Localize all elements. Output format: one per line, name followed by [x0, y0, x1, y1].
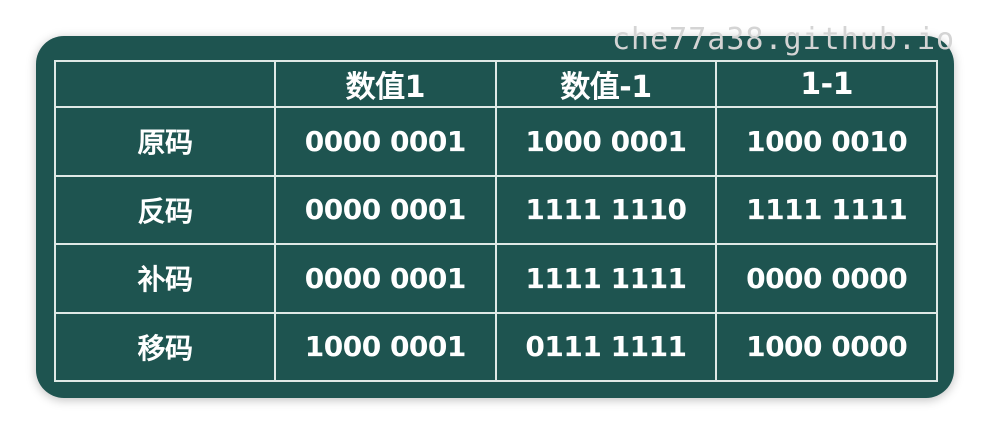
- table-cell: 0111 1111: [494, 311, 718, 382]
- table-row: 反码 0000 0001 1111 1110 1111 1111: [54, 174, 938, 245]
- header-value-minus-1: 数值-1: [494, 60, 718, 108]
- binary-encoding-table: 数值1 数值-1 1-1 原码 0000 0001 1000 0001 1000…: [54, 60, 938, 382]
- table-cell: 1111 1111: [494, 243, 718, 314]
- table-row: 补码 0000 0001 1111 1111 0000 0000: [54, 243, 938, 314]
- table-row: 原码 0000 0001 1000 0001 1000 0010: [54, 106, 938, 177]
- table-cell: 1000 0000: [715, 311, 938, 382]
- table-cell: 0000 0001: [274, 106, 497, 177]
- table-cell: 1000 0001: [274, 311, 497, 382]
- table-cell: 0000 0000: [715, 243, 938, 314]
- header-value-1: 数值1: [274, 60, 497, 108]
- table-cell: 1111 1110: [494, 174, 718, 245]
- table-cell: 0000 0001: [274, 174, 497, 245]
- table-header-row: 数值1 数值-1 1-1: [54, 60, 938, 108]
- header-one-minus-one: 1-1: [715, 60, 938, 108]
- table-cell: 1000 0001: [494, 106, 718, 177]
- watermark-text: che77a38.github.io: [612, 22, 956, 57]
- row-label-sign-magnitude: 原码: [54, 106, 276, 177]
- table-cell: 1000 0010: [715, 106, 938, 177]
- header-corner-cell: [54, 60, 276, 108]
- row-label-offset-binary: 移码: [54, 311, 276, 382]
- table-row: 移码 1000 0001 0111 1111 1000 0000: [54, 311, 938, 382]
- row-label-twos-complement: 补码: [54, 243, 276, 314]
- table-cell: 0000 0001: [274, 243, 497, 314]
- row-label-ones-complement: 反码: [54, 174, 276, 245]
- page: 数值1 数值-1 1-1 原码 0000 0001 1000 0001 1000…: [0, 0, 992, 436]
- table-cell: 1111 1111: [715, 174, 938, 245]
